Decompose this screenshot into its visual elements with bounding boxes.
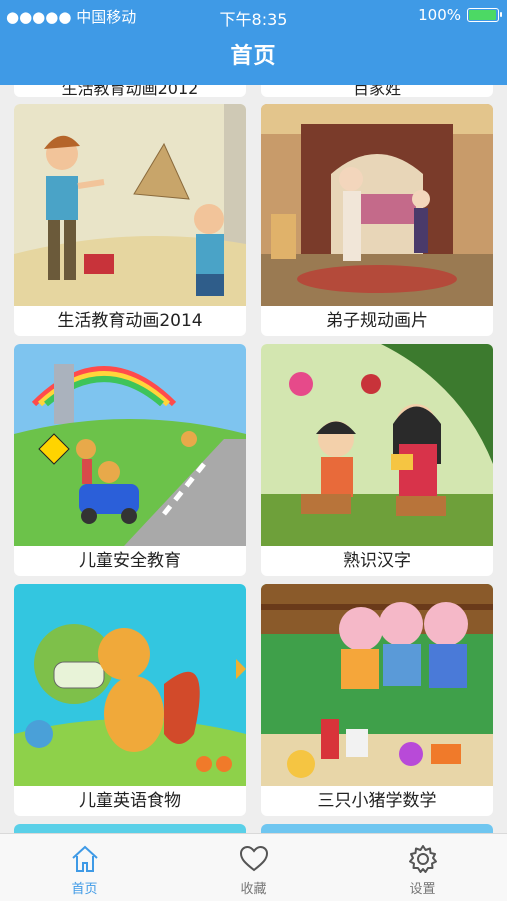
gear-icon xyxy=(409,845,437,873)
video-card-partial[interactable] xyxy=(14,824,246,833)
video-thumbnail xyxy=(261,344,493,546)
tab-home[interactable]: 首页 xyxy=(0,834,169,901)
video-thumbnail xyxy=(14,824,246,833)
page-title: 首页 xyxy=(230,44,277,69)
partial-card-label: 百家姓 xyxy=(352,85,401,97)
tab-bar: 首页 收藏 设置 xyxy=(0,833,507,901)
partial-card-left[interactable]: 生活教育动画2012 xyxy=(14,85,246,97)
video-thumbnail xyxy=(261,824,493,833)
video-thumbnail xyxy=(14,344,246,546)
video-grid[interactable]: 生活教育动画2012 百家姓 生活教育动画2014 弟子规动画片 儿童安全教育 … xyxy=(0,85,507,833)
video-card[interactable]: 儿童英语食物 xyxy=(14,584,246,816)
video-card[interactable]: 弟子规动画片 xyxy=(261,104,493,336)
partial-card-right[interactable]: 百家姓 xyxy=(261,85,493,97)
battery-percent: 100% xyxy=(418,6,461,24)
tab-label: 收藏 xyxy=(240,882,267,897)
video-card[interactable]: 儿童安全教育 xyxy=(14,344,246,576)
nav-header: ●●●●● 中国移动 下午8:35 100% 首页 xyxy=(0,0,507,85)
video-card[interactable]: 生活教育动画2014 xyxy=(14,104,246,336)
video-thumbnail xyxy=(14,584,246,786)
video-title: 三只小猪学数学 xyxy=(317,791,437,811)
tab-favorites[interactable]: 收藏 xyxy=(169,834,338,901)
video-title: 熟识汉字 xyxy=(343,551,411,571)
status-right: 100% xyxy=(418,6,502,24)
video-title: 生活教育动画2014 xyxy=(57,311,203,331)
video-thumbnail xyxy=(14,104,246,306)
video-card[interactable]: 熟识汉字 xyxy=(261,344,493,576)
video-card[interactable]: 三只小猪学数学 xyxy=(261,584,493,816)
video-thumbnail xyxy=(261,104,493,306)
partial-card-label: 生活教育动画2012 xyxy=(61,85,199,97)
video-title: 儿童英语食物 xyxy=(79,791,181,811)
home-icon xyxy=(72,845,98,872)
tab-label: 首页 xyxy=(71,882,98,897)
status-bar: ●●●●● 中国移动 下午8:35 100% xyxy=(0,0,507,30)
video-thumbnail xyxy=(261,584,493,786)
video-title: 儿童安全教育 xyxy=(79,551,181,571)
tab-settings[interactable]: 设置 xyxy=(338,834,507,901)
video-card-partial[interactable] xyxy=(261,824,493,833)
heart-icon xyxy=(239,845,269,872)
tab-label: 设置 xyxy=(409,882,436,897)
battery-icon xyxy=(467,8,502,22)
video-title: 弟子规动画片 xyxy=(326,311,428,331)
